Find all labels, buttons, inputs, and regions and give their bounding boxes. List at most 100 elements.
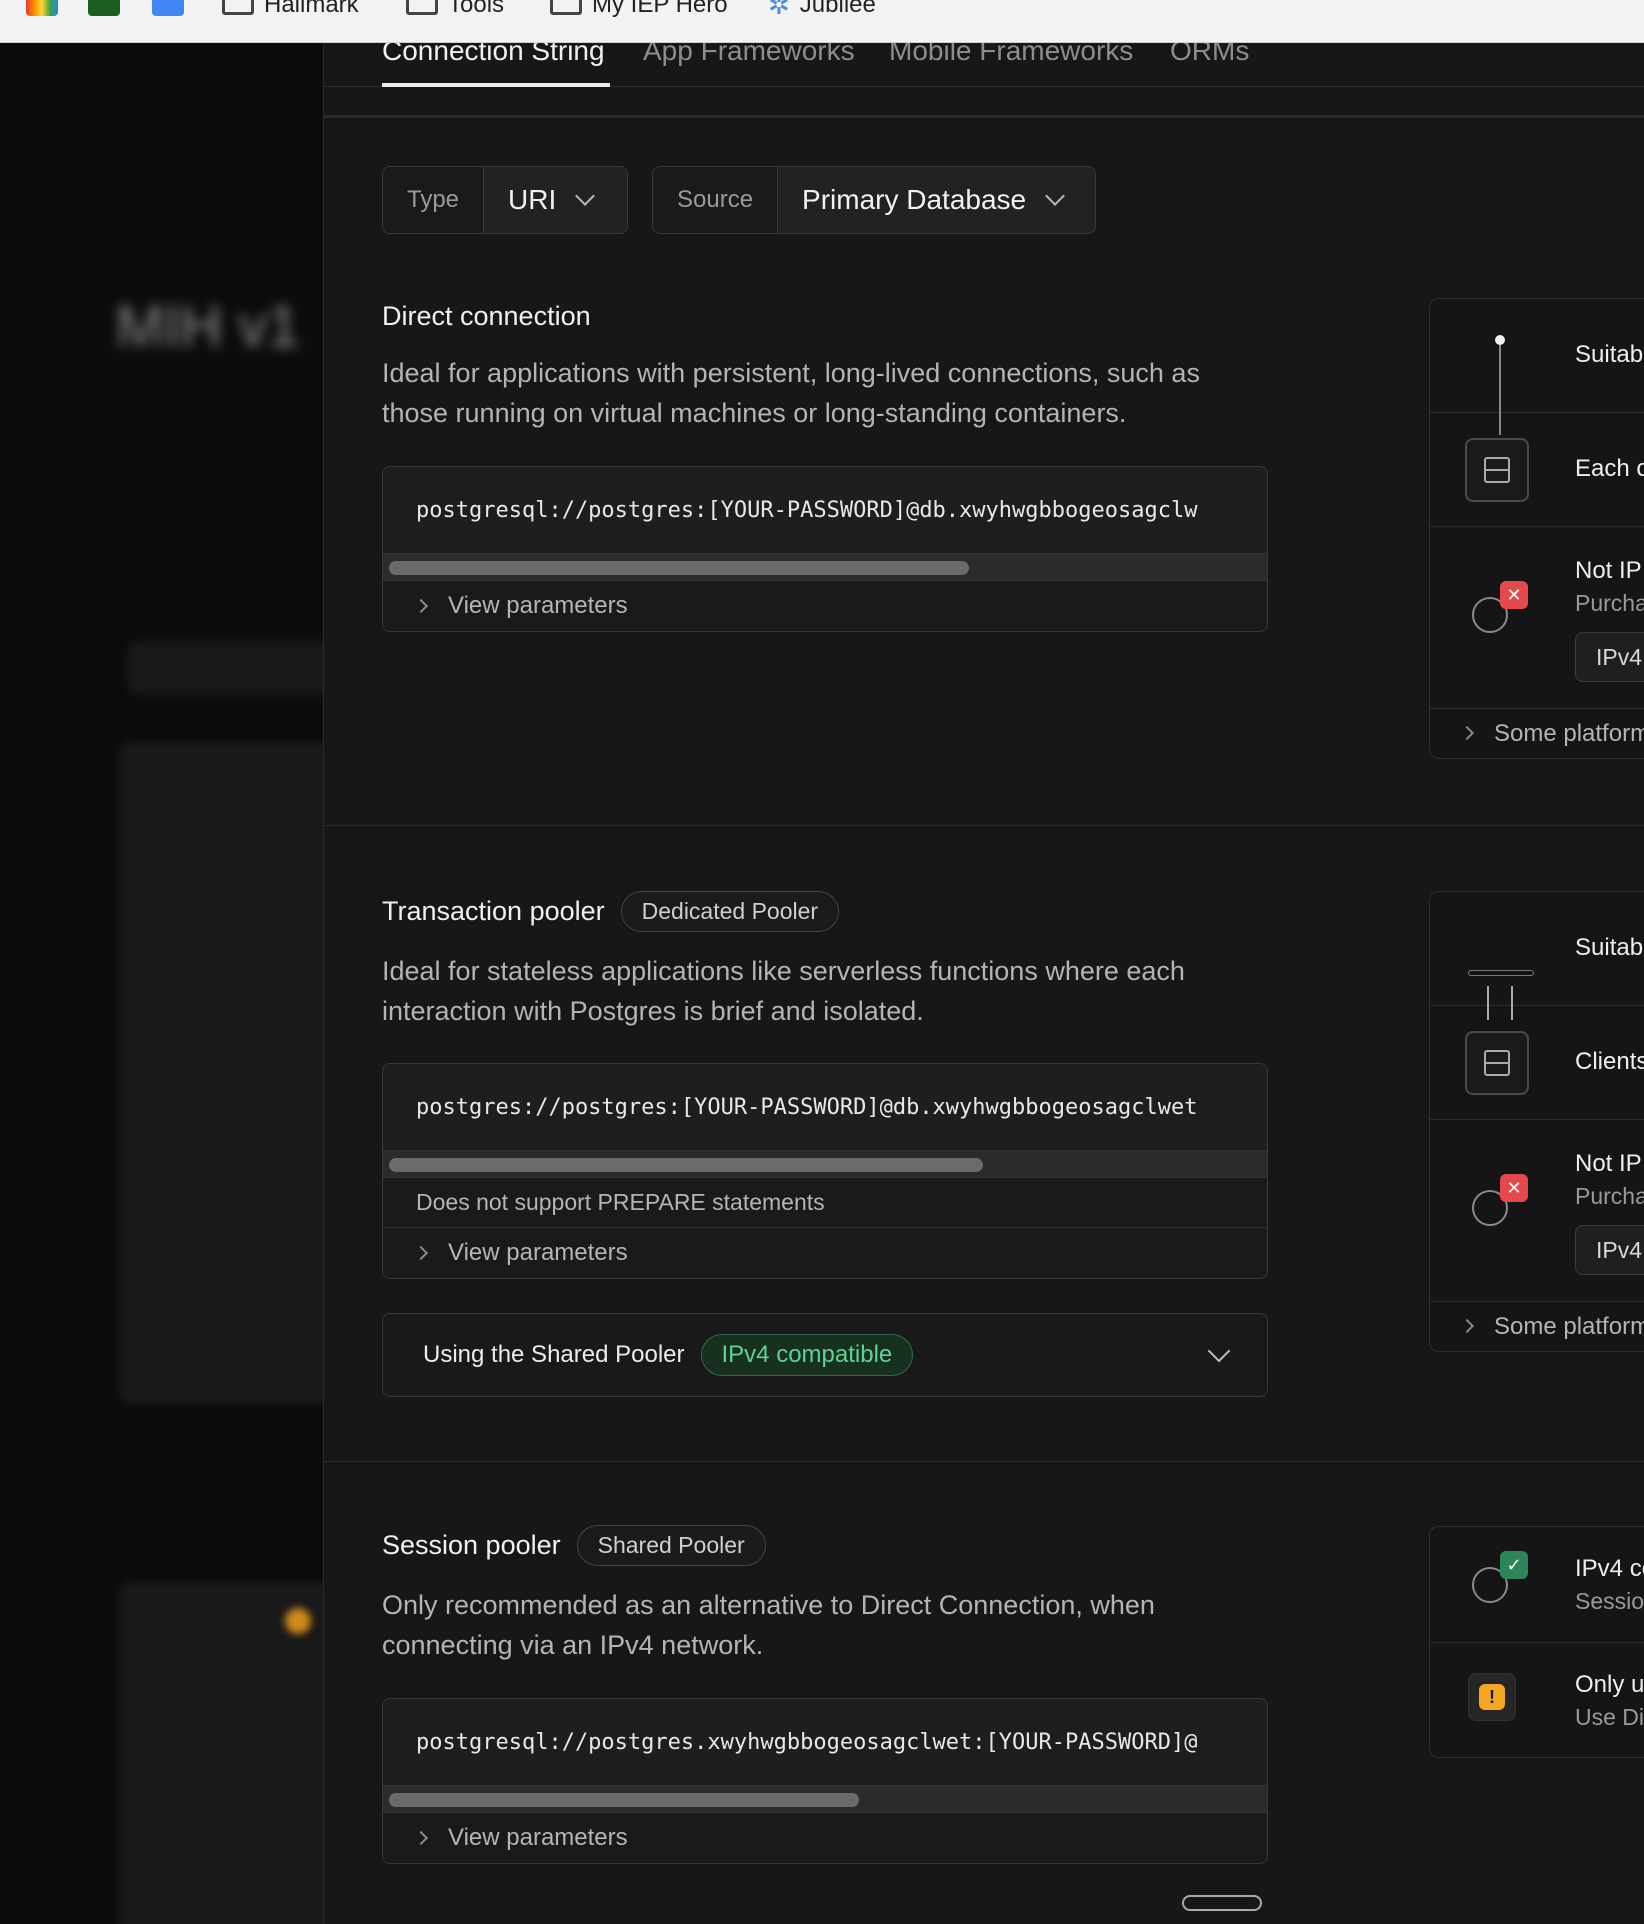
scrollbar-thumb[interactable]	[389, 1793, 859, 1807]
tab-divider	[324, 115, 1644, 118]
dedicated-pooler-badge: Dedicated Pooler	[620, 891, 840, 932]
info-subtitle: Sessio	[1575, 1588, 1644, 1614]
type-dropdown[interactable]: URI	[484, 167, 627, 233]
jubilee-icon: ✲	[768, 0, 790, 20]
shared-pooler-badge: Shared Pooler	[576, 1525, 766, 1566]
info-text: Clients	[1575, 1048, 1644, 1075]
session-pooler-description: Only recommended as an alternative to Di…	[382, 1590, 1155, 1660]
type-value: URI	[508, 184, 557, 215]
direct-view-parameters[interactable]: View parameters	[383, 581, 1267, 631]
project-title: MIH v1	[116, 294, 300, 359]
shared-pooler-label: Using the Shared Pooler	[423, 1341, 685, 1368]
source-selector[interactable]: Source Primary Database	[652, 166, 1096, 234]
scroll-handle[interactable]	[1182, 1895, 1262, 1911]
blurred-card-2	[120, 1583, 323, 1924]
check-icon: ✓	[1500, 1551, 1528, 1579]
session-connection-string[interactable]: postgresql://postgres.xwyhwgbbogeosagclw…	[383, 1699, 1267, 1785]
session-pooler-box: postgresql://postgres.xwyhwgbbogeosagclw…	[382, 1698, 1268, 1864]
session-view-parameters[interactable]: View parameters	[383, 1813, 1267, 1863]
info-row-only-use: ! Only u Use Di	[1430, 1643, 1644, 1757]
blurred-button	[128, 643, 323, 693]
info-subtitle: Purcha	[1575, 590, 1644, 616]
chevron-down-icon	[1045, 186, 1066, 206]
error-x-icon: ✕	[1500, 1174, 1528, 1202]
bookmarks-bar: Hallmark Tools My IEP Hero ✲ Jubilee	[0, 0, 1644, 43]
section-divider	[324, 825, 1644, 826]
info-row-suitable: Suitab	[1430, 892, 1644, 1006]
section-divider	[324, 1461, 1644, 1462]
connector-line-icon	[1499, 345, 1501, 413]
transaction-pooler-title: Transaction pooler Dedicated Pooler	[382, 891, 840, 932]
info-footer-text: Some platform	[1494, 720, 1644, 747]
transaction-connection-string[interactable]: postgres://postgres:[YOUR-PASSWORD]@db.x…	[383, 1064, 1267, 1150]
info-text: Each c	[1575, 455, 1644, 482]
bookmark-hallmark[interactable]: Hallmark	[222, 0, 359, 20]
ipv4-addon-button[interactable]: IPv4	[1575, 1225, 1644, 1275]
horizontal-scrollbar[interactable]	[383, 1785, 1267, 1813]
warning-icon: !	[1479, 1684, 1505, 1710]
bookmark-jubilee[interactable]: ✲ Jubilee	[768, 0, 876, 20]
info-subtitle: Use Di	[1575, 1704, 1644, 1730]
connect-panel: Connection String App Frameworks Mobile …	[324, 43, 1644, 1924]
session-info-card: ✓ IPv4 co Sessio ! Only u Use Di	[1429, 1526, 1644, 1758]
pooler-bar-icon	[1468, 970, 1534, 976]
info-title: Not IP	[1575, 557, 1642, 584]
chevron-right-icon	[413, 1245, 429, 1261]
info-footer[interactable]: Some platform	[1430, 1302, 1644, 1351]
direct-connection-box: postgresql://postgres:[YOUR-PASSWORD]@db…	[382, 466, 1268, 632]
session-pooler-title: Session pooler Shared Pooler	[382, 1525, 766, 1566]
ipv4-addon-button[interactable]: IPv4	[1575, 632, 1644, 682]
chevron-down-icon	[1207, 1339, 1231, 1363]
direct-connection-description: Ideal for applications with persistent, …	[382, 358, 1200, 428]
transaction-pooler-description: Ideal for stateless applications like se…	[382, 956, 1185, 1026]
source-label: Source	[653, 167, 779, 233]
type-label: Type	[383, 167, 485, 233]
horizontal-scrollbar[interactable]	[383, 553, 1267, 581]
connector-line-icon	[1499, 413, 1501, 435]
database-icon	[1465, 438, 1529, 502]
chevron-down-icon	[575, 186, 596, 206]
source-dropdown[interactable]: Primary Database	[778, 167, 1095, 233]
database-icon	[1465, 1031, 1529, 1095]
tab-orms[interactable]: ORMs	[1170, 43, 1249, 67]
source-value: Primary Database	[802, 184, 1027, 215]
bookmark-tools[interactable]: Tools	[406, 0, 504, 20]
k-favicon-icon[interactable]	[88, 0, 120, 16]
chevron-right-icon	[413, 598, 429, 614]
direct-connection-title: Direct connection	[382, 301, 591, 331]
docs-favicon-icon[interactable]	[152, 0, 184, 16]
info-footer-text: Some platform	[1494, 1313, 1644, 1340]
info-footer[interactable]: Some platform	[1430, 709, 1644, 758]
node-dot-icon	[1495, 335, 1505, 345]
chevron-right-icon	[413, 1830, 429, 1846]
horizontal-scrollbar[interactable]	[383, 1150, 1267, 1178]
blurred-warning-icon	[285, 1608, 311, 1634]
folder-icon	[550, 0, 582, 15]
info-row-clients: Clients	[1430, 1006, 1644, 1120]
info-row-ipv4: ✕ Not IP Purcha IPv4	[1430, 527, 1644, 709]
tab-bar: Connection String App Frameworks Mobile …	[324, 43, 1644, 87]
transaction-view-parameters[interactable]: View parameters	[383, 1228, 1267, 1278]
scrollbar-thumb[interactable]	[389, 561, 969, 575]
warning-icon-frame: !	[1468, 1673, 1516, 1721]
direct-info-card: Suitab Each c ✕ Not IP Purcha IPv4 Some …	[1429, 298, 1644, 759]
background-page: MIH v1	[0, 43, 324, 1924]
info-title: Only u	[1575, 1671, 1644, 1698]
type-selector[interactable]: Type URI	[382, 166, 628, 234]
info-row-connections: Each c	[1430, 413, 1644, 527]
scrollbar-thumb[interactable]	[389, 1158, 983, 1172]
info-row-suitable: Suitab	[1430, 299, 1644, 413]
shared-pooler-toggle[interactable]: Using the Shared Pooler IPv4 compatible	[382, 1313, 1268, 1397]
rainbow-favicon-icon[interactable]	[26, 0, 58, 16]
transaction-pooler-box: postgres://postgres:[YOUR-PASSWORD]@db.x…	[382, 1063, 1268, 1279]
tab-connection-string[interactable]: Connection String	[382, 43, 605, 67]
info-title: IPv4 co	[1575, 1555, 1644, 1582]
direct-connection-string[interactable]: postgresql://postgres:[YOUR-PASSWORD]@db…	[383, 467, 1267, 553]
error-x-icon: ✕	[1500, 581, 1528, 609]
tab-app-frameworks[interactable]: App Frameworks	[643, 43, 855, 67]
info-title: Not IP	[1575, 1150, 1642, 1177]
tab-mobile-frameworks[interactable]: Mobile Frameworks	[889, 43, 1133, 67]
bookmark-my-iep-hero[interactable]: My IEP Hero	[550, 0, 728, 20]
chevron-right-icon	[1459, 1318, 1475, 1334]
prepare-statements-note: Does not support PREPARE statements	[383, 1178, 1267, 1228]
